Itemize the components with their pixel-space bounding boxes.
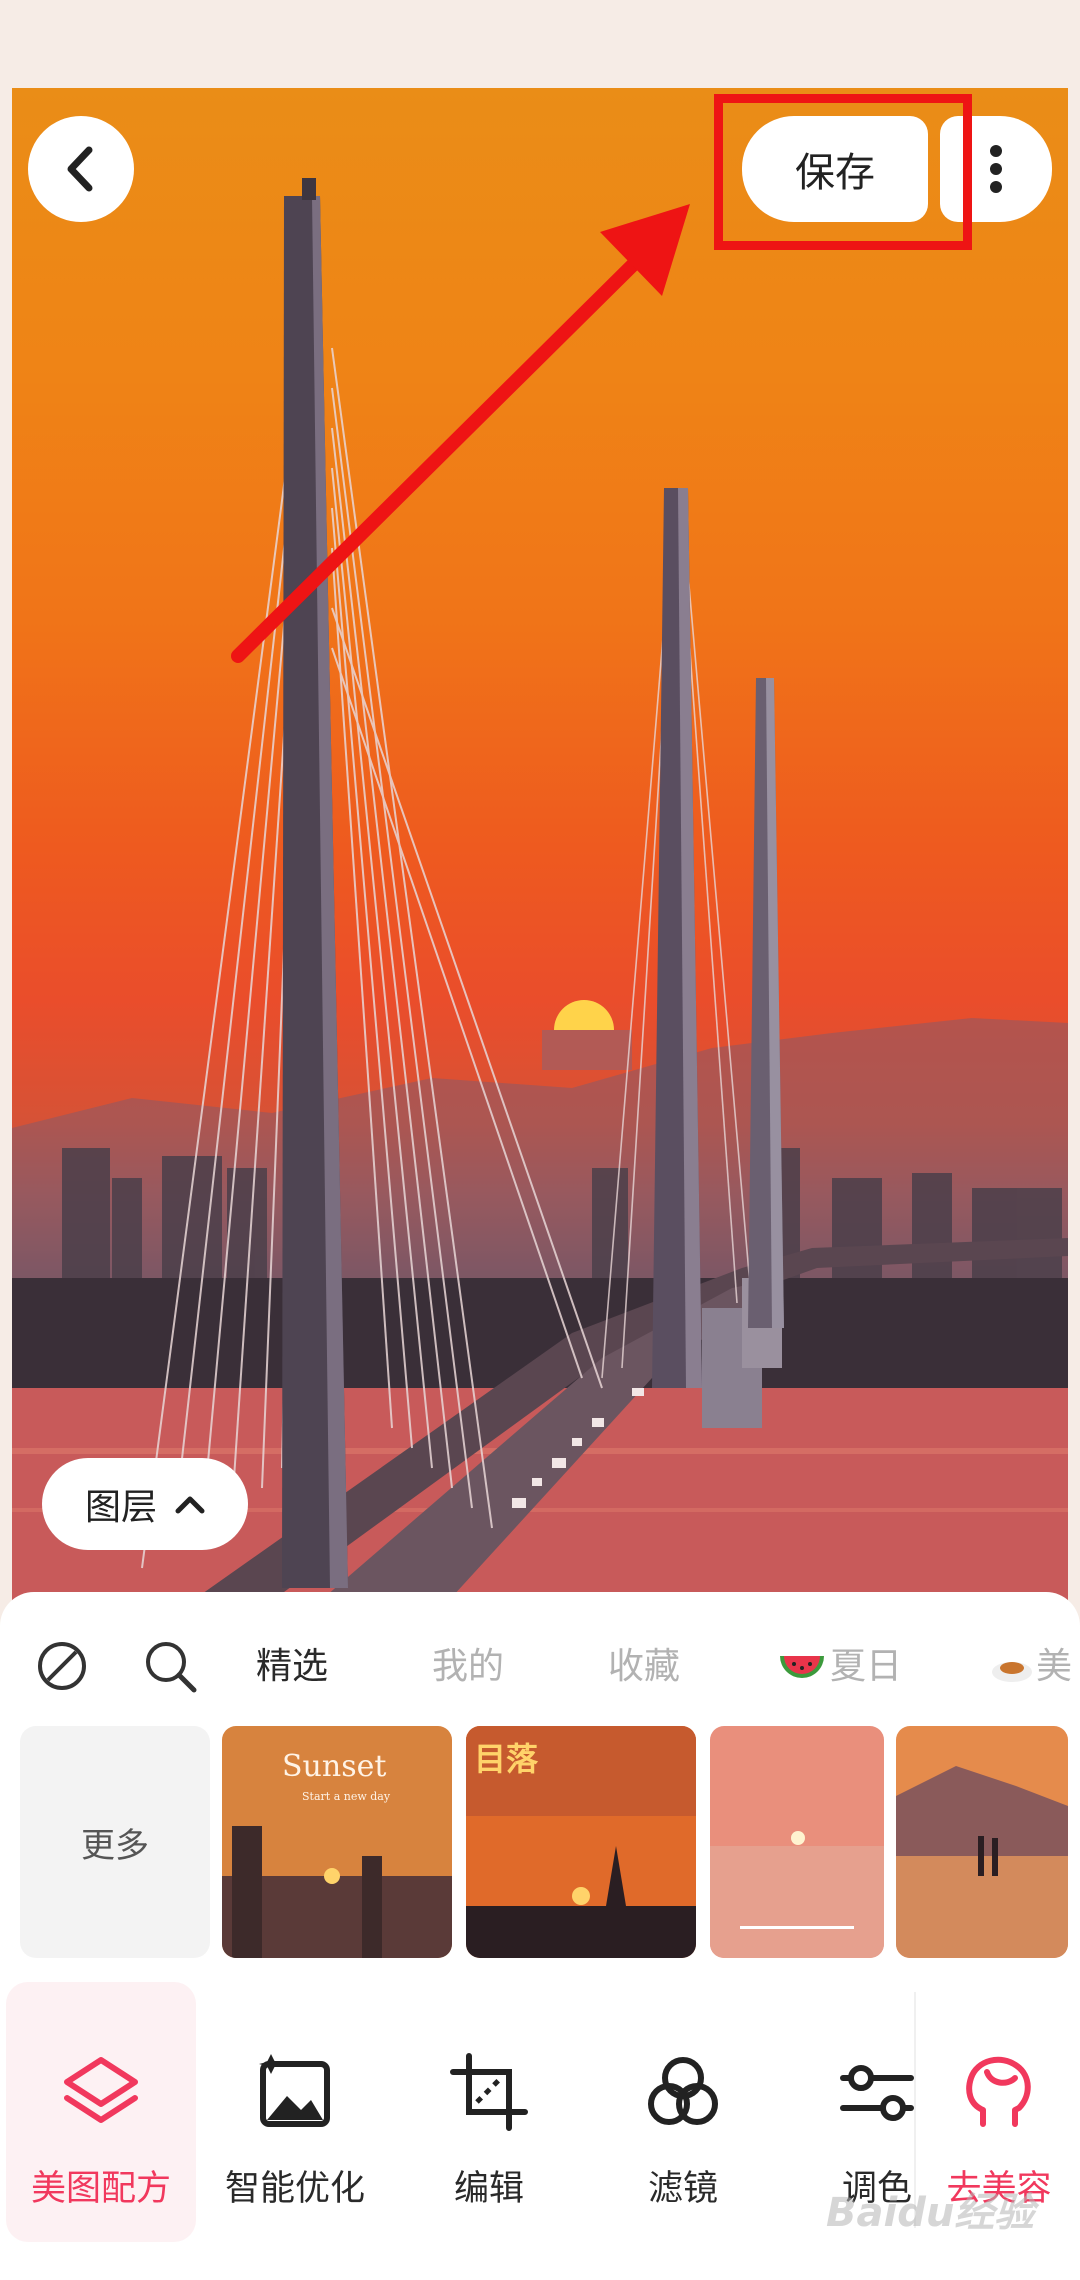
tool-filter[interactable]: 滤镜: [588, 1982, 778, 2242]
chevron-up-icon: [175, 1496, 205, 1514]
recipe-thumbnail[interactable]: Sunset Start a new day: [222, 1726, 452, 1958]
food-bowl-icon: [992, 1662, 1032, 1682]
thumbnail-subtitle: Start a new day: [302, 1790, 391, 1803]
city-sunset-thumbnail-image: 目落: [466, 1726, 696, 1958]
tool-recipe-label: 美图配方: [30, 2169, 171, 2209]
recipe-thumbnail[interactable]: 目落: [466, 1726, 696, 1958]
category-tabs: 精选 我的 收藏 夏日 美: [0, 1632, 1080, 1702]
more-recipes-tile[interactable]: 更多: [20, 1726, 210, 1958]
watermark-text: Baidu经验: [826, 2190, 1035, 2236]
layer-button[interactable]: 图层: [42, 1458, 248, 1550]
tool-edit[interactable]: 编辑: [394, 1982, 584, 2242]
thumbnail-title: Sunset: [282, 1749, 386, 1784]
tab-favorites[interactable]: 收藏: [608, 1632, 680, 1702]
beach-sunset-thumbnail-image: [896, 1726, 1068, 1958]
layers-icon: [64, 2057, 138, 2123]
recipe-thumbnail[interactable]: [896, 1726, 1068, 1958]
recipe-panel: 精选 我的 收藏 夏日 美 更多 Sunset Start a new day …: [0, 1592, 1080, 2280]
tool-smart-enhance-label: 智能优化: [224, 2169, 365, 2209]
sea-sunset-thumbnail-image: [710, 1726, 884, 1958]
tool-smart-enhance[interactable]: 智能优化: [200, 1982, 390, 2242]
thumbnail-title: 目落: [474, 1740, 539, 1778]
filter-circles-icon: [648, 2057, 718, 2125]
tool-filter-label: 滤镜: [647, 2169, 718, 2209]
tab-mine[interactable]: 我的: [432, 1632, 504, 1702]
more-recipes-label: 更多: [81, 1825, 149, 1866]
tab-featured[interactable]: 精选: [256, 1632, 328, 1702]
tab-summer[interactable]: 夏日: [830, 1632, 902, 1702]
annotation-arrow-icon: [231, 204, 690, 663]
search-icon[interactable]: [140, 1636, 200, 1696]
sunset-thumbnail-image: Sunset Start a new day: [222, 1726, 452, 1958]
tab-beauty[interactable]: 美: [1036, 1632, 1072, 1702]
recipe-thumbnails: 更多 Sunset Start a new day 目落: [0, 1726, 1080, 1958]
watermelon-icon: [780, 1656, 824, 1678]
beauty-face-icon: [966, 2056, 1031, 2127]
tool-edit-label: 编辑: [453, 2169, 524, 2209]
layer-button-label: 图层: [84, 1487, 157, 1528]
smart-enhance-icon: [259, 2054, 330, 2127]
none-icon[interactable]: [32, 1636, 92, 1696]
tool-recipe[interactable]: 美图配方: [6, 1982, 196, 2242]
recipe-thumbnail[interactable]: [710, 1726, 884, 1958]
crop-icon: [450, 2053, 528, 2131]
